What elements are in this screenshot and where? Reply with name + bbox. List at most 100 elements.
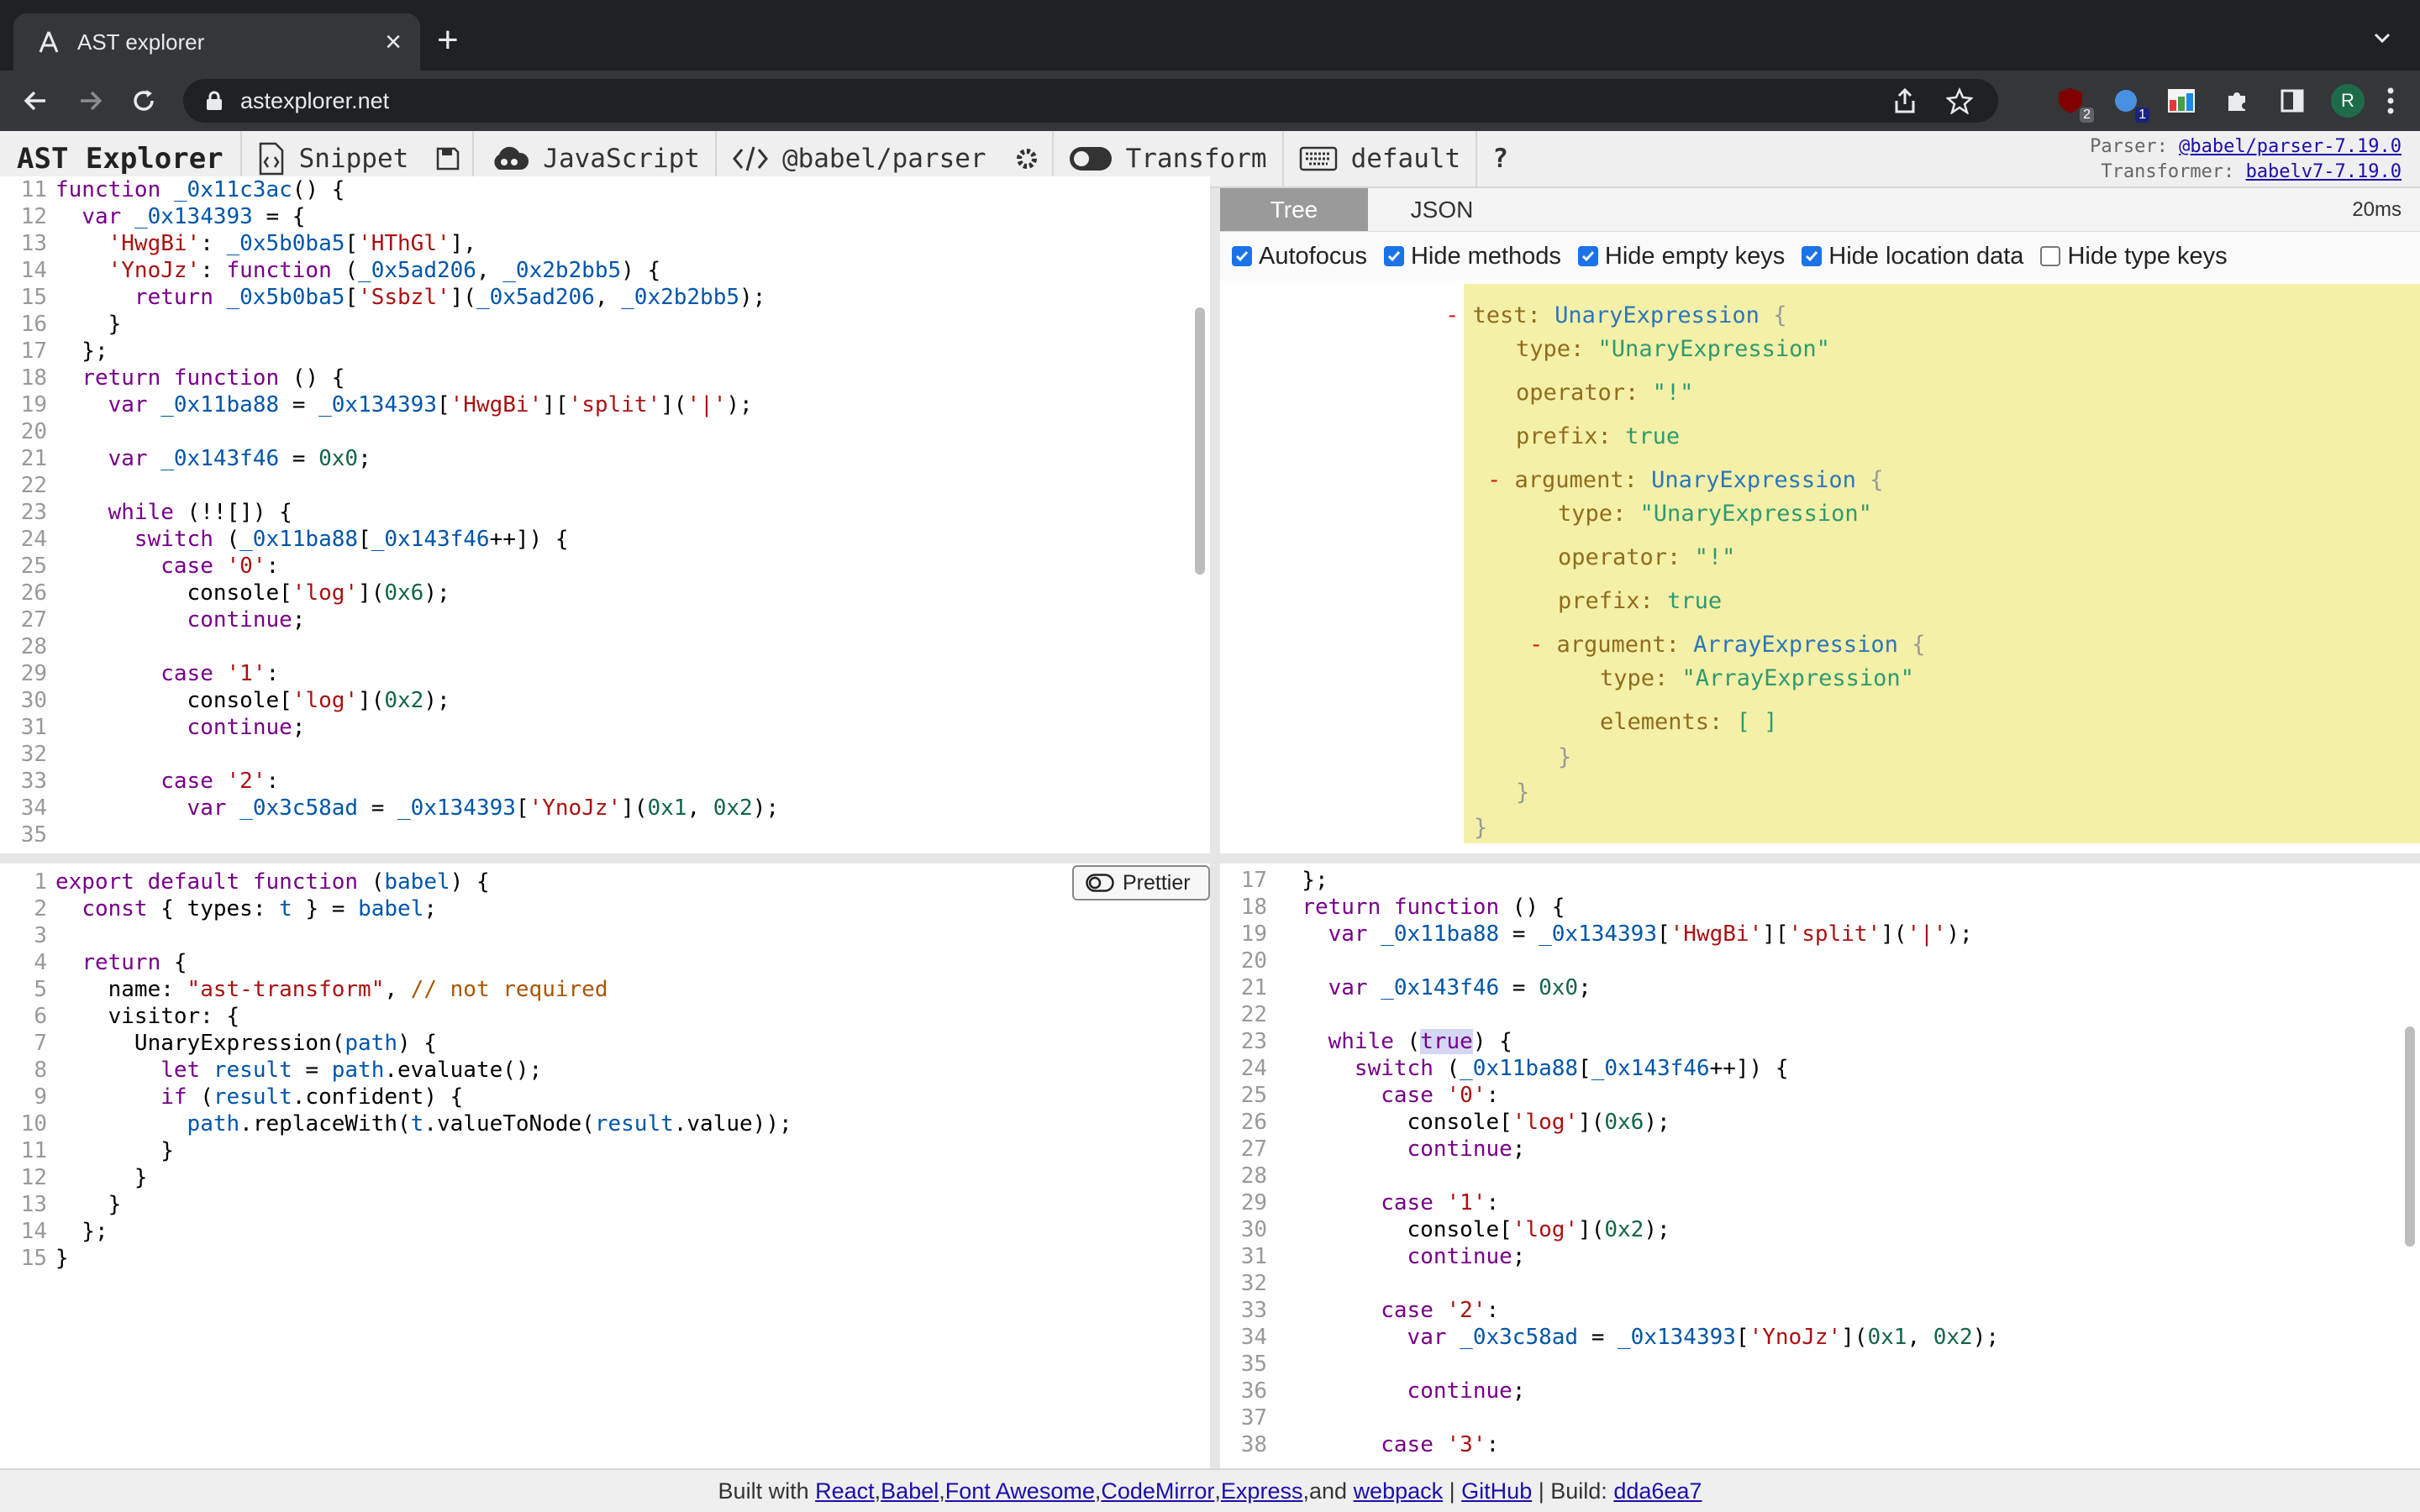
code-line[interactable]: 30 console['log'](0x2); <box>0 687 1210 714</box>
forward-arrow-icon[interactable] <box>74 85 106 117</box>
code-text[interactable]: 'HwgBi': _0x5b0ba5['HThGl'], <box>55 231 476 256</box>
collapse-toggle[interactable]: - <box>1445 302 1459 328</box>
code-line[interactable]: 26 console['log'](0x6); <box>0 580 1210 606</box>
code-text[interactable] <box>55 473 69 498</box>
code-line[interactable]: 21 var _0x143f46 = 0x0; <box>1220 974 2420 1001</box>
code-text[interactable]: }; <box>55 1219 108 1244</box>
new-tab-plus-icon[interactable]: + <box>437 22 459 59</box>
code-line[interactable]: 9 if (result.confident) { <box>0 1084 1210 1110</box>
prettier-button[interactable]: Prettier <box>1072 865 1210 900</box>
code-line[interactable]: 11 function _0x11c3ac() { <box>0 176 1210 203</box>
code-text[interactable]: } <box>55 1138 174 1163</box>
blue-extension-icon[interactable]: 1 <box>2109 84 2149 123</box>
code-line[interactable]: 20 <box>0 418 1210 445</box>
transformer-version-link[interactable]: babelv7-7.19.0 <box>2246 161 2402 182</box>
code-text[interactable]: case '2': <box>1276 1298 1499 1323</box>
tab-json[interactable]: JSON <box>1368 188 1516 231</box>
code-line[interactable]: 17 }; <box>0 338 1210 365</box>
code-text[interactable]: const { types: t } = babel; <box>55 896 437 921</box>
node-type[interactable]: ArrayExpression <box>1693 632 1898 658</box>
code-line[interactable]: 17 }; <box>1220 867 2420 894</box>
code-line[interactable]: 32 <box>0 741 1210 768</box>
code-text[interactable]: console['log'](0x6); <box>1276 1110 1670 1135</box>
code-text[interactable]: export default function (babel) { <box>55 869 490 895</box>
help-button[interactable]: ? <box>1476 131 1523 186</box>
code-text[interactable]: var _0x143f46 = 0x0; <box>55 446 371 471</box>
tab-tree[interactable]: Tree <box>1220 188 1368 231</box>
code-text[interactable]: case '0': <box>55 554 279 579</box>
code-text[interactable]: while (!![]) { <box>55 500 292 525</box>
lock-icon[interactable] <box>205 91 224 111</box>
code-line[interactable]: 37 <box>1220 1404 2420 1431</box>
checkbox[interactable] <box>1802 246 1823 266</box>
code-line[interactable]: 38 case '3': <box>1220 1431 2420 1458</box>
code-text[interactable]: } <box>55 1192 122 1217</box>
code-line[interactable]: 19 var _0x11ba88 = _0x134393['HwgBi']['s… <box>1220 921 2420 948</box>
checkbox[interactable] <box>2040 246 2061 266</box>
footer-build-link[interactable]: dda6ea7 <box>1613 1478 1702 1504</box>
browser-tab[interactable]: AST explorer × <box>13 13 420 71</box>
code-line[interactable]: 2 const { types: t } = babel; <box>0 895 1210 922</box>
code-text[interactable]: var _0x11ba88 = _0x134393['HwgBi']['spli… <box>55 392 753 417</box>
keymap-menu[interactable]: default <box>1281 131 1476 186</box>
option-hide-methods[interactable]: Hide methods <box>1383 243 1561 270</box>
code-text[interactable]: return { <box>55 950 187 975</box>
code-text[interactable]: } <box>55 312 122 337</box>
code-line[interactable]: 34 var _0x3c58ad = _0x134393['YnoJz'](0x… <box>0 795 1210 822</box>
checkbox[interactable] <box>1232 246 1252 266</box>
code-line[interactable]: 29 case '1': <box>0 660 1210 687</box>
code-text[interactable]: while (true) { <box>1276 1029 1512 1054</box>
code-line[interactable]: 32 <box>1220 1270 2420 1297</box>
option-hide-location-data[interactable]: Hide location data <box>1802 243 2023 270</box>
horizontal-splitter[interactable] <box>0 853 2420 864</box>
code-line[interactable]: 13 } <box>0 1191 1210 1218</box>
code-line[interactable]: 27 continue; <box>0 606 1210 633</box>
code-line[interactable]: 14 'YnoJz': function (_0x5ad206, _0x2b2b… <box>0 257 1210 284</box>
output-scrollbar[interactable] <box>2405 1026 2415 1247</box>
code-text[interactable]: 'YnoJz': function (_0x5ad206, _0x2b2bb5)… <box>55 258 661 283</box>
code-line[interactable]: 14 }; <box>0 1218 1210 1245</box>
parser-version-link[interactable]: @babel/parser-7.19.0 <box>2179 136 2402 157</box>
reload-icon[interactable] <box>128 85 160 117</box>
code-text[interactable]: }; <box>55 339 108 364</box>
colorful-extension-icon[interactable] <box>2165 84 2198 118</box>
code-text[interactable]: return function () { <box>1276 895 1565 920</box>
kebab-menu-icon[interactable] <box>2386 87 2395 115</box>
code-line[interactable]: 24 switch (_0x11ba88[_0x143f46++]) { <box>1220 1055 2420 1082</box>
code-text[interactable]: var _0x143f46 = 0x0; <box>1276 975 1591 1000</box>
option-autofocus[interactable]: Autofocus <box>1232 243 1367 270</box>
code-line[interactable]: 25 case '0': <box>1220 1082 2420 1109</box>
share-icon[interactable] <box>1892 87 1918 114</box>
code-line[interactable]: 35 <box>0 822 1210 842</box>
code-text[interactable]: case '0': <box>1276 1083 1499 1108</box>
code-text[interactable]: function _0x11c3ac() { <box>55 177 345 202</box>
code-text[interactable] <box>1276 1352 1289 1377</box>
code-line[interactable]: 12 } <box>0 1164 1210 1191</box>
ublock-extension-icon[interactable]: 2 <box>2054 84 2094 123</box>
code-line[interactable]: 19 var _0x11ba88 = _0x134393['HwgBi']['s… <box>0 391 1210 418</box>
code-line[interactable]: 1 export default function (babel) { <box>0 869 1210 895</box>
code-text[interactable] <box>55 742 69 767</box>
footer-link-codemirror[interactable]: CodeMirror <box>1101 1478 1214 1504</box>
code-text[interactable]: var _0x3c58ad = _0x134393['YnoJz'](0x1, … <box>1276 1325 1999 1350</box>
tree-node[interactable]: - argument: ArrayExpression { <box>1529 632 1925 658</box>
code-line[interactable]: 34 var _0x3c58ad = _0x134393['YnoJz'](0x… <box>1220 1324 2420 1351</box>
tree-node[interactable]: - test: UnaryExpression { <box>1445 302 1786 328</box>
code-text[interactable]: visitor: { <box>55 1004 240 1029</box>
code-line[interactable]: 36 continue; <box>1220 1378 2420 1404</box>
code-line[interactable]: 33 case '2': <box>1220 1297 2420 1324</box>
code-line[interactable]: 28 <box>1220 1163 2420 1189</box>
url-text[interactable]: astexplorer.net <box>240 88 1892 114</box>
code-text[interactable]: } <box>55 1246 69 1271</box>
code-line[interactable]: 8 let result = path.evaluate(); <box>0 1057 1210 1084</box>
code-line[interactable]: 10 path.replaceWith(t.valueToNode(result… <box>0 1110 1210 1137</box>
ast-tree-view[interactable]: - test: UnaryExpression {type: "UnaryExp… <box>1220 281 2420 853</box>
code-text[interactable]: console['log'](0x2); <box>55 688 450 713</box>
code-line[interactable]: 22 <box>0 472 1210 499</box>
option-hide-empty-keys[interactable]: Hide empty keys <box>1577 243 1785 270</box>
code-line[interactable]: 26 console['log'](0x6); <box>1220 1109 2420 1136</box>
code-text[interactable] <box>1276 1163 1289 1189</box>
code-text[interactable]: var _0x134393 = { <box>55 204 305 229</box>
code-text[interactable]: case '1': <box>1276 1190 1499 1215</box>
code-line[interactable]: 15} <box>0 1245 1210 1272</box>
